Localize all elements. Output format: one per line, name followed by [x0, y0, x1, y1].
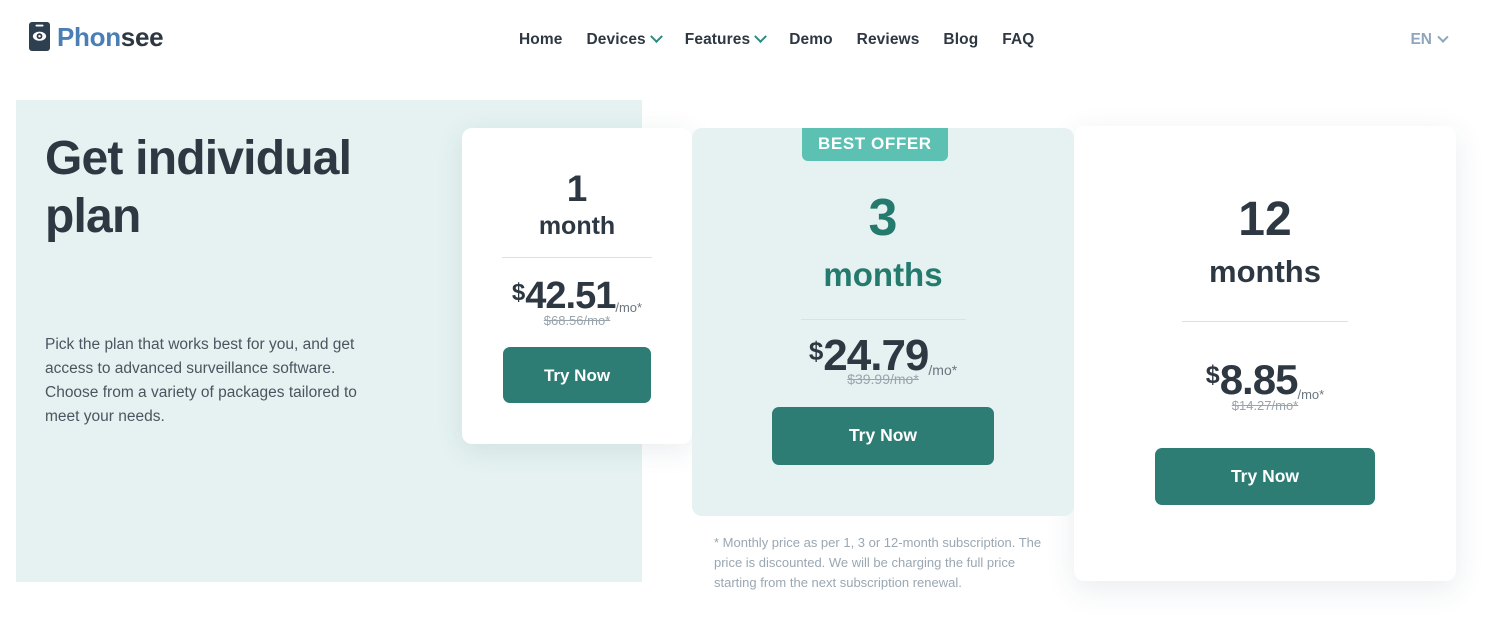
language-selector[interactable]: EN	[1410, 29, 1449, 50]
hero-description: Pick the plan that works best for you, a…	[45, 336, 357, 425]
plan-price: $8.85/mo*	[1074, 356, 1456, 404]
pricing-card-12-months[interactable]: 12 months $8.85/mo* $14.27/mo* Try Now	[1074, 126, 1456, 581]
plan-old-price: $68.56/mo*	[543, 313, 611, 328]
try-now-button[interactable]: Try Now	[1155, 448, 1375, 505]
plan-term-number: 3	[868, 189, 898, 247]
site-logo[interactable]: Phonsee	[29, 21, 164, 52]
page-title: Get individual plan	[45, 132, 352, 243]
try-now-button[interactable]: Try Now	[772, 407, 994, 465]
main-navigation: Home Devices Features Demo Reviews Blog …	[519, 28, 1046, 51]
nav-item-label: Demo	[789, 31, 833, 48]
price-currency: $	[511, 279, 526, 306]
nav-item-blog[interactable]: Blog	[931, 28, 990, 51]
nav-item-label: Reviews	[856, 31, 920, 48]
status-badge: BEST OFFER	[802, 128, 948, 161]
pricing-footnote: * Monthly price as per 1, 3 or 12-month …	[714, 535, 1042, 590]
card-divider	[502, 257, 652, 258]
nav-item-home[interactable]: Home	[519, 28, 574, 51]
logo-text-secondary: see	[120, 21, 164, 52]
price-currency: $	[808, 336, 824, 366]
nav-item-features[interactable]: Features	[673, 28, 777, 51]
card-divider	[1182, 321, 1348, 322]
pricing-card-3-months[interactable]: BEST OFFER 3 months $24.79/mo* $39.99/mo…	[692, 128, 1074, 516]
plan-term-number: 1	[566, 168, 588, 209]
chevron-down-icon	[754, 30, 768, 44]
chevron-down-icon	[649, 30, 663, 44]
site-header: Phonsee Home Devices Features Demo Revie…	[0, 0, 1503, 80]
plan-term-unit: months	[1209, 254, 1321, 289]
price-amount: 8.85	[1219, 356, 1299, 403]
plan-old-price: $39.99/mo*	[847, 371, 919, 387]
plan-term-number: 12	[1238, 193, 1292, 246]
nav-item-label: Devices	[586, 31, 646, 48]
plan-old-price: $14.27/mo*	[1231, 398, 1299, 413]
plan-term-unit: months	[823, 256, 943, 293]
nav-item-devices[interactable]: Devices	[574, 28, 672, 51]
card-divider	[801, 319, 966, 320]
price-amount: 42.51	[525, 275, 616, 317]
chevron-down-icon	[1437, 31, 1449, 43]
pricing-page: Phonsee Home Devices Features Demo Revie…	[0, 0, 1503, 617]
logo-text-primary: Phon	[57, 21, 121, 52]
language-label: EN	[1410, 31, 1432, 48]
nav-item-label: Features	[684, 31, 751, 48]
plan-price: $42.51/mo*	[462, 275, 692, 318]
phone-eye-icon	[29, 22, 50, 51]
try-now-button[interactable]: Try Now	[503, 347, 651, 403]
nav-item-label: Home	[519, 31, 563, 48]
price-currency: $	[1205, 361, 1220, 389]
pricing-card-1-month[interactable]: 1 month $42.51/mo* $68.56/mo* Try Now	[462, 128, 692, 444]
nav-item-label: FAQ	[1002, 31, 1035, 48]
plan-term-unit: month	[538, 212, 616, 240]
nav-item-demo[interactable]: Demo	[777, 28, 844, 51]
nav-item-faq[interactable]: FAQ	[990, 28, 1046, 51]
nav-item-reviews[interactable]: Reviews	[845, 28, 932, 51]
nav-item-label: Blog	[943, 31, 979, 48]
logo-wordmark: Phonsee	[57, 21, 164, 52]
